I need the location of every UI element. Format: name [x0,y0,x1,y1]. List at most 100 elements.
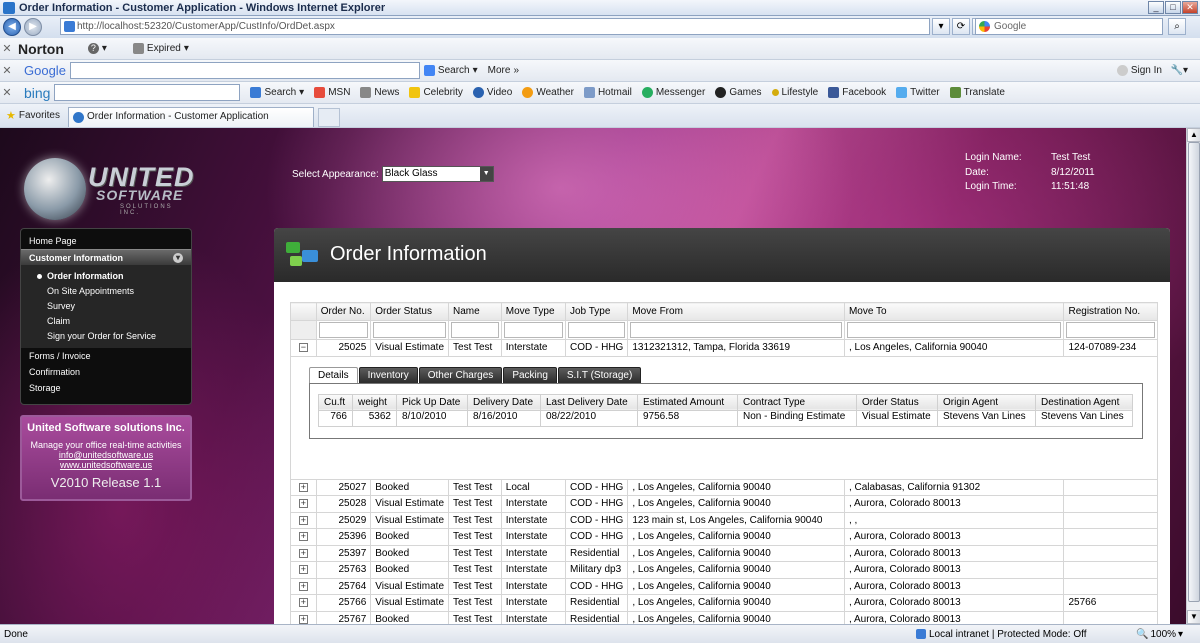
chevron-down-icon[interactable]: ▼ [479,167,493,181]
table-row[interactable]: +25766 Visual Estimate Test Test Interstate… [290,594,1158,612]
norton-logo[interactable]: Norton [18,41,64,57]
table-row[interactable]: +25763 Booked Test Test Interstate Military … [290,561,1158,579]
bing-item[interactable]: Search ▾ [250,87,304,98]
browser-tab[interactable]: Order Information - Customer Application [68,107,314,127]
submenu-item-order-information[interactable]: Order Information [21,269,191,284]
table-row[interactable]: +25027 Booked Test Test Local COD - HHG, Los… [290,478,1158,496]
back-button[interactable]: ◀ [3,18,21,36]
close-window-button[interactable]: ✕ [1182,1,1198,14]
filter-move-from[interactable] [630,322,842,338]
maximize-button[interactable]: □ [1165,1,1181,14]
tab-inventory[interactable]: Inventory [358,366,418,384]
table-row[interactable]: +25764 Visual Estimate Test Test Interstate… [290,577,1158,595]
norton-status-button[interactable]: Expired ▾ [132,43,189,54]
bing-item[interactable]: Translate [949,87,1005,98]
minimize-button[interactable]: _ [1148,1,1164,14]
bing-item[interactable]: Video [472,87,512,98]
expand-row-icon[interactable]: + [298,482,308,492]
bing-item[interactable]: Twitter [896,87,940,98]
close-toolbar-icon[interactable]: ✕ [0,42,14,55]
bing-item[interactable]: Hotmail [583,87,632,98]
company-website-link[interactable]: www.unitedsoftware.us [22,460,190,470]
table-row[interactable]: +25767 Booked Test Test Interstate Residenti… [290,610,1158,624]
bing-logo[interactable]: bing [24,85,50,101]
table-row[interactable]: +25397 Booked Test Test Interstate Residenti… [290,544,1158,562]
google-logo[interactable]: Google [24,63,66,78]
collapse-icon[interactable]: ▾ [173,253,183,263]
new-tab-button[interactable] [318,108,340,127]
dropdown-button[interactable]: ▾ [932,18,950,35]
norton-help-button[interactable]: ? ▾ [87,43,107,54]
expand-row-icon[interactable]: + [298,515,308,525]
filter-move-type[interactable] [503,322,563,338]
menu-item-forms-invoice[interactable]: Forms / Invoice [21,348,191,364]
bing-item[interactable]: Facebook [828,87,886,98]
bing-item[interactable]: MSN [314,87,350,98]
expand-row-icon[interactable]: + [298,548,308,558]
submenu-item-survey[interactable]: Survey [21,299,191,314]
scroll-down-icon[interactable]: ▼ [1187,610,1200,624]
bing-item[interactable]: Weather [522,87,574,98]
submenu-item-claim[interactable]: Claim [21,314,191,329]
tab-other-charges[interactable]: Other Charges [418,366,503,384]
table-row[interactable]: +25028 Visual Estimate Test Test Interstate… [290,495,1158,513]
menu-item-confirmation[interactable]: Confirmation [21,364,191,380]
scroll-thumb[interactable] [1188,142,1200,602]
column-header[interactable]: Registration No. [1063,302,1158,321]
scroll-up-icon[interactable]: ▲ [1187,128,1200,142]
column-header[interactable]: Move From [627,302,845,321]
menu-item-customer-information[interactable]: Customer Information ▾ [21,249,191,265]
close-toolbar-icon[interactable]: ✕ [0,86,14,99]
sign-in-button[interactable]: Sign In 🔧▾ [1116,65,1188,76]
search-go-button[interactable]: ⌕ [1168,18,1186,35]
tab-packing[interactable]: Packing [503,366,557,384]
column-header[interactable]: Job Type [564,302,629,321]
filter-move-to[interactable] [846,322,1062,338]
bing-item[interactable]: Games [715,87,762,98]
filter-order-no[interactable] [318,322,369,338]
table-row[interactable]: +25396 Booked Test Test Interstate COD - HHG… [290,528,1158,546]
url-input[interactable]: http://localhost:52320/CustomerApp/CustI… [60,18,930,35]
bing-item[interactable]: Messenger [641,87,705,98]
tab-sit-storage[interactable]: S.I.T (Storage) [557,366,642,384]
expand-row-icon[interactable]: + [298,532,308,542]
zoom-control[interactable]: 🔍 100% ▾ [1136,629,1183,640]
appearance-select[interactable]: Black Glass ▼ [381,166,494,182]
favorites-button[interactable]: ★ Favorites [6,109,60,122]
expand-row-icon[interactable]: + [298,614,308,624]
expand-row-icon[interactable]: + [298,565,308,575]
expand-row-icon[interactable]: + [298,598,308,608]
submenu-item-on-site-appointments[interactable]: On Site Appointments [21,284,191,299]
browser-search-input[interactable]: Google [975,18,1163,35]
table-row[interactable]: +25029 Visual Estimate Test Test Interstate… [290,511,1158,529]
submenu-item-sign-order[interactable]: Sign your Order for Service [21,329,191,344]
table-row-expanded[interactable]: − 25025 Visual Estimate Test Test Inters… [290,339,1158,357]
expand-row-icon[interactable]: + [298,499,308,509]
filter-order-status[interactable] [373,322,447,338]
security-zone[interactable]: Local intranet | Protected Mode: Off [916,629,1087,640]
vertical-scrollbar[interactable]: ▲ ▼ [1186,128,1200,624]
column-header[interactable]: Order No. [315,302,372,321]
menu-item-home[interactable]: Home Page [21,233,191,249]
google-search-button[interactable]: Search ▾ [423,65,478,76]
bing-search-input[interactable] [54,84,241,101]
google-search-input[interactable] [69,62,420,79]
column-header[interactable]: Move Type [500,302,567,321]
menu-item-storage[interactable]: Storage [21,380,191,396]
collapse-row-icon[interactable]: − [298,343,308,353]
refresh-button[interactable]: ⟳ [952,18,970,35]
bing-item[interactable]: Celebrity [409,87,463,98]
bing-item[interactable]: News [360,87,399,98]
filter-name[interactable] [451,322,499,338]
close-toolbar-icon[interactable]: ✕ [0,64,14,77]
google-more-button[interactable]: More» [488,65,519,76]
tab-details[interactable]: Details [309,366,358,384]
column-header[interactable]: Order Status [370,302,450,321]
expand-row-icon[interactable]: + [298,581,308,591]
column-header[interactable]: Move To [843,302,1065,321]
filter-registration-no[interactable] [1066,322,1155,338]
filter-job-type[interactable] [568,322,626,338]
company-email-link[interactable]: info@unitedsoftware.us [22,450,190,460]
column-header[interactable]: Name [448,302,502,321]
bing-item[interactable]: Lifestyle [771,87,818,98]
